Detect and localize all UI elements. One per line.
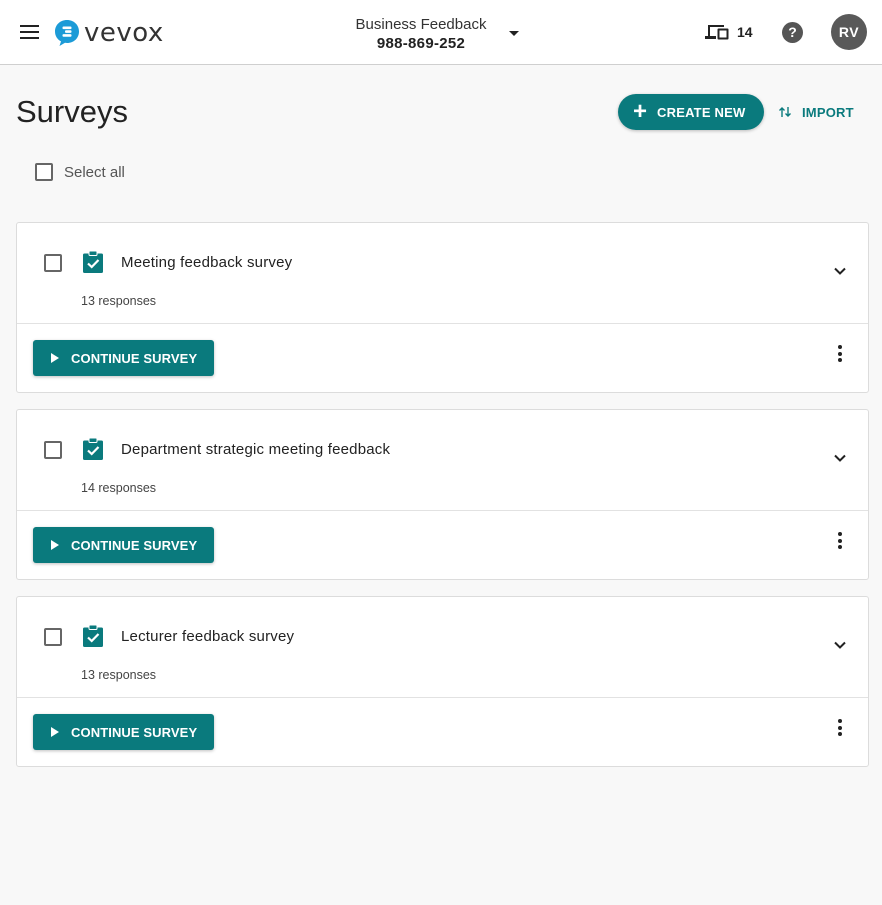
continue-survey-button[interactable]: CONTINUE SURVEY bbox=[33, 714, 214, 750]
response-count: 13 responses bbox=[81, 668, 157, 682]
device-count: 14 bbox=[737, 24, 753, 40]
event-code: 988-869-252 bbox=[376, 35, 466, 52]
survey-card: Meeting feedback survey 13 responses CON… bbox=[16, 222, 869, 393]
card-divider bbox=[17, 323, 868, 324]
event-selector[interactable]: Business Feedback 988-869-252 bbox=[340, 16, 530, 54]
more-vertical-icon[interactable] bbox=[835, 532, 845, 552]
survey-checkbox[interactable] bbox=[44, 441, 62, 459]
continue-survey-label: CONTINUE SURVEY bbox=[71, 350, 198, 366]
response-count: 14 responses bbox=[81, 481, 157, 495]
vevox-logo[interactable]: vevox bbox=[54, 18, 164, 48]
chevron-down-icon[interactable] bbox=[831, 449, 849, 467]
survey-card: Lecturer feedback survey 13 responses CO… bbox=[16, 596, 869, 767]
help-icon[interactable]: ? bbox=[782, 22, 803, 43]
more-vertical-icon[interactable] bbox=[835, 345, 845, 365]
play-icon bbox=[51, 727, 59, 737]
card-divider bbox=[17, 697, 868, 698]
clipboard-check-icon bbox=[83, 438, 103, 460]
user-avatar[interactable]: RV bbox=[831, 14, 867, 50]
survey-title[interactable]: Meeting feedback survey bbox=[121, 254, 292, 271]
play-icon bbox=[51, 353, 59, 363]
select-all-label: Select all bbox=[64, 163, 125, 181]
chevron-down-icon[interactable] bbox=[831, 262, 849, 280]
hamburger-menu-icon[interactable] bbox=[18, 20, 42, 44]
checkbox[interactable] bbox=[35, 163, 53, 181]
event-name: Business Feedback bbox=[355, 16, 487, 33]
survey-checkbox[interactable] bbox=[44, 628, 62, 646]
continue-survey-label: CONTINUE SURVEY bbox=[71, 724, 198, 740]
continue-survey-button[interactable]: CONTINUE SURVEY bbox=[33, 527, 214, 563]
survey-card: Department strategic meeting feedback 14… bbox=[16, 409, 869, 580]
survey-title[interactable]: Department strategic meeting feedback bbox=[121, 441, 390, 458]
logo-text: vevox bbox=[84, 18, 164, 48]
more-vertical-icon[interactable] bbox=[835, 719, 845, 739]
import-label: IMPORT bbox=[802, 104, 854, 120]
continue-survey-label: CONTINUE SURVEY bbox=[71, 537, 198, 553]
chevron-down-icon[interactable] bbox=[831, 636, 849, 654]
swap-vertical-icon bbox=[779, 107, 791, 117]
devices-indicator[interactable]: 14 bbox=[705, 22, 753, 42]
top-bar: vevox Business Feedback 988-869-252 14 ?… bbox=[0, 0, 882, 65]
caret-down-icon bbox=[509, 31, 519, 36]
response-count: 13 responses bbox=[81, 294, 157, 308]
clipboard-check-icon bbox=[83, 251, 103, 273]
page-title: Surveys bbox=[16, 94, 128, 129]
card-divider bbox=[17, 510, 868, 511]
import-button[interactable]: IMPORT bbox=[778, 103, 854, 121]
plus-icon: + bbox=[633, 98, 648, 125]
play-icon bbox=[51, 540, 59, 550]
survey-title[interactable]: Lecturer feedback survey bbox=[121, 628, 294, 645]
continue-survey-button[interactable]: CONTINUE SURVEY bbox=[33, 340, 214, 376]
create-new-label: CREATE NEW bbox=[657, 104, 746, 120]
devices-icon bbox=[705, 25, 729, 40]
vevox-logo-icon bbox=[55, 20, 79, 46]
create-new-button[interactable]: + CREATE NEW bbox=[618, 94, 764, 130]
survey-checkbox[interactable] bbox=[44, 254, 62, 272]
select-all-checkbox[interactable]: Select all bbox=[35, 162, 125, 182]
clipboard-check-icon bbox=[83, 625, 103, 647]
